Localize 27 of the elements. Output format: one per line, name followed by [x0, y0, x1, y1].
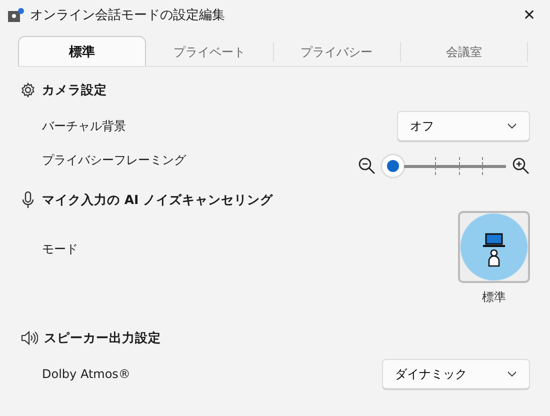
mode-tile[interactable] — [458, 211, 530, 283]
tab[interactable]: 会議室 — [400, 42, 528, 62]
speaker-icon — [20, 330, 38, 346]
chevron-down-icon — [507, 123, 517, 129]
setting-label: モード — [42, 241, 78, 258]
tab[interactable]: プライバシー — [274, 42, 401, 62]
app-icon — [8, 8, 24, 22]
section-heading: マイク入力の AI ノイズキャンセリング — [42, 192, 274, 208]
close-button[interactable]: ✕ — [517, 6, 542, 24]
tab[interactable]: プライベート — [146, 42, 274, 62]
zoom-in-icon[interactable] — [512, 157, 530, 175]
section-heading: スピーカー出力設定 — [44, 330, 161, 346]
setting-label: バーチャル背景 — [42, 118, 126, 134]
dropdown[interactable]: オフ — [397, 111, 530, 141]
dropdown[interactable]: ダイナミック — [382, 359, 530, 389]
mode-caption: 標準 — [482, 289, 506, 306]
zoom-out-icon[interactable] — [358, 157, 376, 175]
person-laptop-icon — [483, 233, 505, 267]
microphone-icon — [20, 191, 36, 209]
settings-icon — [20, 82, 36, 98]
slider-thumb[interactable] — [382, 155, 404, 177]
setting-label: プライバシーフレーミング — [42, 152, 186, 168]
tab[interactable]: 標準 — [18, 36, 146, 66]
section-heading: カメラ設定 — [42, 82, 107, 98]
window-title: オンライン会話モードの設定編集 — [30, 7, 226, 24]
chevron-down-icon — [507, 371, 517, 377]
setting-label: Dolby Atmos® — [42, 367, 130, 381]
